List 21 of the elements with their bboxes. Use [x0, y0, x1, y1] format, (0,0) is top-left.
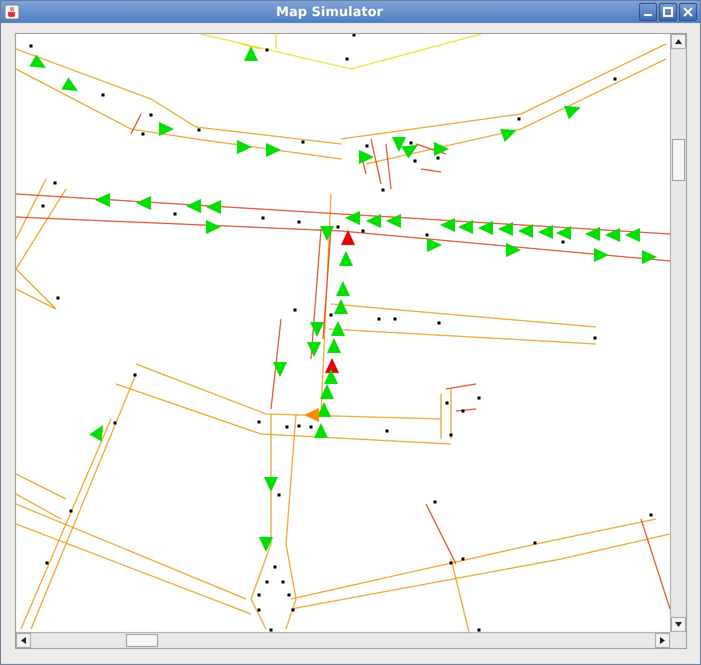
scrollbar-thumb[interactable] [126, 634, 158, 647]
scroll-right-button[interactable] [655, 633, 670, 648]
scrollbar-corner [670, 632, 686, 648]
window-title: Map Simulator [275, 4, 384, 20]
scroll-down-button[interactable] [671, 617, 686, 632]
right-arrow-icon [660, 637, 665, 644]
close-button[interactable] [679, 3, 697, 21]
left-arrow-icon [21, 637, 26, 644]
scroll-left-button[interactable] [16, 633, 31, 648]
up-arrow-icon [675, 39, 682, 44]
maximize-icon [662, 6, 674, 18]
minimize-button[interactable] [639, 3, 657, 21]
vertical-scrollbar[interactable] [670, 34, 686, 632]
maximize-button[interactable] [659, 3, 677, 21]
scroll-up-button[interactable] [671, 34, 686, 49]
scrollbar-thumb[interactable] [672, 139, 685, 181]
coffee-cup-icon [4, 4, 20, 20]
down-arrow-icon [675, 622, 682, 627]
minimize-icon [644, 14, 652, 16]
horizontal-scrollbar[interactable] [16, 632, 670, 648]
close-icon [682, 6, 694, 18]
